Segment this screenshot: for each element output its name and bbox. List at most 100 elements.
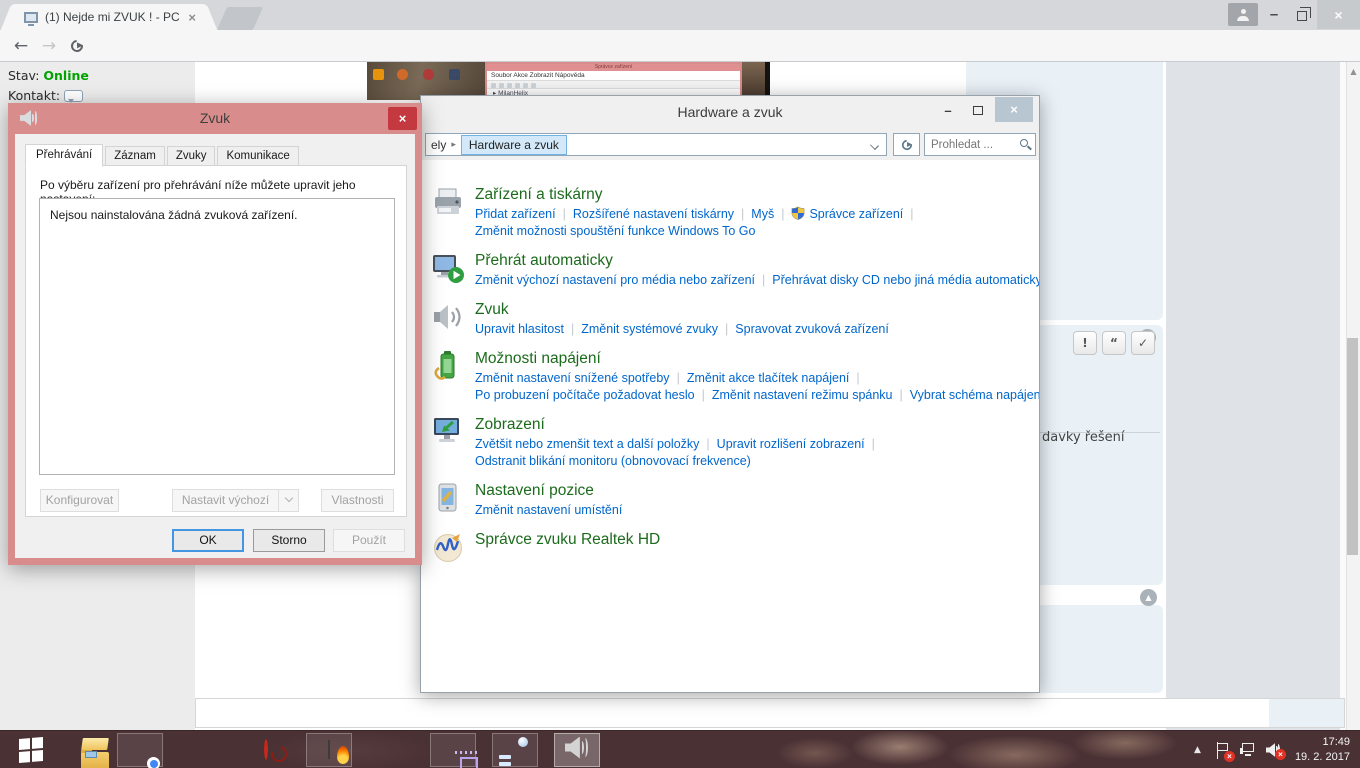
device-list[interactable]: Nejsou nainstalována žádná zvuková zaříz… xyxy=(39,198,395,475)
breadcrumb[interactable]: ely ▸ Hardware a zvuk xyxy=(425,133,887,156)
browser-profile-button[interactable] xyxy=(1228,3,1258,26)
set-default-dropdown-button[interactable] xyxy=(278,489,299,512)
volume-muted-icon[interactable]: × xyxy=(1266,743,1281,757)
breadcrumb-item-hardware-sound[interactable]: Hardware a zvuk xyxy=(461,135,567,155)
cp-section-title[interactable]: Nastavení pozice xyxy=(475,481,1039,500)
cp-task-link[interactable]: Rozšířené nastavení tiskárny xyxy=(573,207,734,221)
network-icon[interactable] xyxy=(1240,742,1256,758)
taskbar-system-tool[interactable] xyxy=(492,733,538,767)
breadcrumb-arrow-icon: ▸ xyxy=(451,140,456,150)
start-button[interactable] xyxy=(8,733,54,767)
cp-section-title[interactable]: Možnosti napájení xyxy=(475,349,1039,368)
new-tab-button[interactable] xyxy=(217,7,263,30)
autoplay-icon[interactable] xyxy=(431,252,465,284)
cp-task-link[interactable]: Upravit rozlišení zobrazení xyxy=(717,437,865,451)
location-icon[interactable] xyxy=(431,482,465,514)
taskbar-sound[interactable] xyxy=(554,733,600,767)
tab-komunikace[interactable]: Komunikace xyxy=(217,146,298,166)
tab-zvuky[interactable]: Zvuky xyxy=(167,146,216,166)
quote-post-button[interactable]: “ xyxy=(1102,331,1126,355)
realtek-icon[interactable] xyxy=(431,531,465,563)
browser-close-button[interactable]: × xyxy=(1317,0,1360,29)
display-icon[interactable] xyxy=(431,416,465,448)
browser-toolbar: ← → i pc-help.cnews.cz /viewtopic.php?f=… xyxy=(0,30,1360,62)
cp-titlebar[interactable]: Hardware a zvuk – × xyxy=(421,96,1039,129)
cp-task-link[interactable]: Změnit nastavení režimu spánku xyxy=(712,388,893,402)
devices-printers-icon[interactable] xyxy=(431,186,465,218)
cp-task-link[interactable]: Po probuzení počítače požadovat heslo xyxy=(475,388,695,402)
cp-task-link[interactable]: Změnit akce tlačítek napájení xyxy=(687,371,850,385)
cp-task-link[interactable]: Upravit hlasitost xyxy=(475,322,564,336)
cp-task-link[interactable]: Změnit výchozí nastavení pro média nebo … xyxy=(475,273,755,287)
cp-section-title[interactable]: Zařízení a tiskárny xyxy=(475,185,1039,204)
dialog-close-button[interactable]: × xyxy=(388,107,417,130)
taskbar-faded-app[interactable] xyxy=(368,733,414,767)
taskbar-driver-booster[interactable] xyxy=(243,733,289,767)
cp-section-body: Nastavení pozice Změnit nastavení umístěn… xyxy=(475,481,1039,519)
configure-button[interactable]: Konfigurovat xyxy=(40,489,119,512)
tray-expand-icon[interactable]: ▲ xyxy=(1194,745,1201,755)
cp-section-title[interactable]: Přehrát automaticky xyxy=(475,251,1039,270)
taskbar-chrome[interactable] xyxy=(117,733,163,767)
search-icon xyxy=(1020,139,1028,147)
tab-title: (1) Nejde mi ZVUK ! - PC xyxy=(45,10,182,24)
sidebar-text-fragment: davky řešení xyxy=(1042,430,1124,445)
cp-maximize-button[interactable] xyxy=(965,101,991,121)
reload-button[interactable] xyxy=(64,33,90,59)
cp-task-link[interactable]: Změnit nastavení umístění xyxy=(475,503,622,517)
message-bubble-icon[interactable] xyxy=(64,90,83,102)
cp-task-link[interactable]: Zvětšit nebo zmenšit text a další položk… xyxy=(475,437,699,451)
tab-close-icon[interactable]: × xyxy=(188,11,196,24)
apply-button[interactable]: Použít xyxy=(333,529,405,552)
tab-přehrávání[interactable]: Přehrávání xyxy=(25,144,103,167)
ok-button[interactable]: OK xyxy=(172,529,244,552)
cp-task-link[interactable]: Přidat zařízení xyxy=(475,207,556,221)
breadcrumb-dropdown-icon[interactable] xyxy=(870,141,879,150)
control-panel-sections: Zařízení a tiskárnyPřidat zařízení|Rozší… xyxy=(421,160,1039,563)
cp-task-link[interactable]: Přehrávat disky CD nebo jiná média autom… xyxy=(772,273,1039,287)
browser-restore-button[interactable] xyxy=(1288,0,1316,29)
power-icon[interactable] xyxy=(431,350,465,382)
accept-post-button[interactable]: ✓ xyxy=(1131,331,1155,355)
action-center-flag-icon[interactable]: × xyxy=(1215,742,1230,759)
tab-záznam[interactable]: Záznam xyxy=(105,146,165,166)
cp-task-link[interactable]: Spravovat zvuková zařízení xyxy=(735,322,889,336)
refresh-icon xyxy=(899,137,913,151)
cp-task-link[interactable]: Odstranit blikání monitoru (obnovovací f… xyxy=(475,454,751,468)
cp-minimize-button[interactable]: – xyxy=(935,101,961,121)
cp-task-link[interactable]: Správce zařízení xyxy=(809,207,903,221)
cp-task-link[interactable]: Myš xyxy=(751,207,774,221)
cp-section-title[interactable]: Správce zvuku Realtek HD xyxy=(475,530,1039,549)
cancel-button[interactable]: Storno xyxy=(253,529,325,552)
scrollbar-thumb[interactable] xyxy=(1347,338,1358,555)
report-post-button[interactable]: ! xyxy=(1073,331,1097,355)
taskbar-explorer[interactable] xyxy=(58,733,104,767)
taskbar-chip-app[interactable] xyxy=(430,733,476,767)
forward-button[interactable]: → xyxy=(36,33,62,59)
cp-section-title[interactable]: Zobrazení xyxy=(475,415,1039,434)
set-default-button[interactable]: Nastavit výchozí xyxy=(172,489,278,512)
cp-search-box[interactable] xyxy=(924,133,1036,156)
cp-refresh-button[interactable] xyxy=(893,133,920,156)
cp-section-title[interactable]: Zvuk xyxy=(475,300,1039,319)
playback-tab-page: Po výběru zařízení pro přehrávání níže m… xyxy=(25,165,407,517)
cp-task-link[interactable]: Vybrat schéma napájení xyxy=(910,388,1039,402)
back-button[interactable]: ← xyxy=(8,33,34,59)
contact-label: Kontakt: xyxy=(8,88,60,103)
properties-button[interactable]: Vlastnosti xyxy=(321,489,394,512)
cp-task-link[interactable]: Změnit systémové zvuky xyxy=(581,322,718,336)
cp-task-link[interactable]: Změnit možnosti spouštění funkce Windows… xyxy=(475,224,755,238)
taskbar-burning-app[interactable] xyxy=(306,733,352,767)
post-action-buttons: !“✓ xyxy=(1073,331,1155,355)
sound-icon[interactable] xyxy=(431,301,465,333)
taskbar-clock[interactable]: 17:49 19. 2. 2017 xyxy=(1295,735,1350,765)
scroll-top-icon[interactable]: ▲ xyxy=(1140,589,1157,606)
cp-search-input[interactable] xyxy=(925,134,1011,155)
cp-task-link[interactable]: Změnit nastavení snížené spotřeby xyxy=(475,371,670,385)
cp-close-button[interactable]: × xyxy=(995,97,1033,122)
dialog-titlebar[interactable]: Zvuk × xyxy=(8,103,422,134)
scrollbar-up-icon[interactable]: ▲ xyxy=(1347,65,1360,79)
browser-tab[interactable]: (1) Nejde mi ZVUK ! - PC × xyxy=(14,4,204,30)
browser-minimize-button[interactable]: – xyxy=(1260,0,1288,29)
taskbar-firefox[interactable] xyxy=(180,733,226,767)
